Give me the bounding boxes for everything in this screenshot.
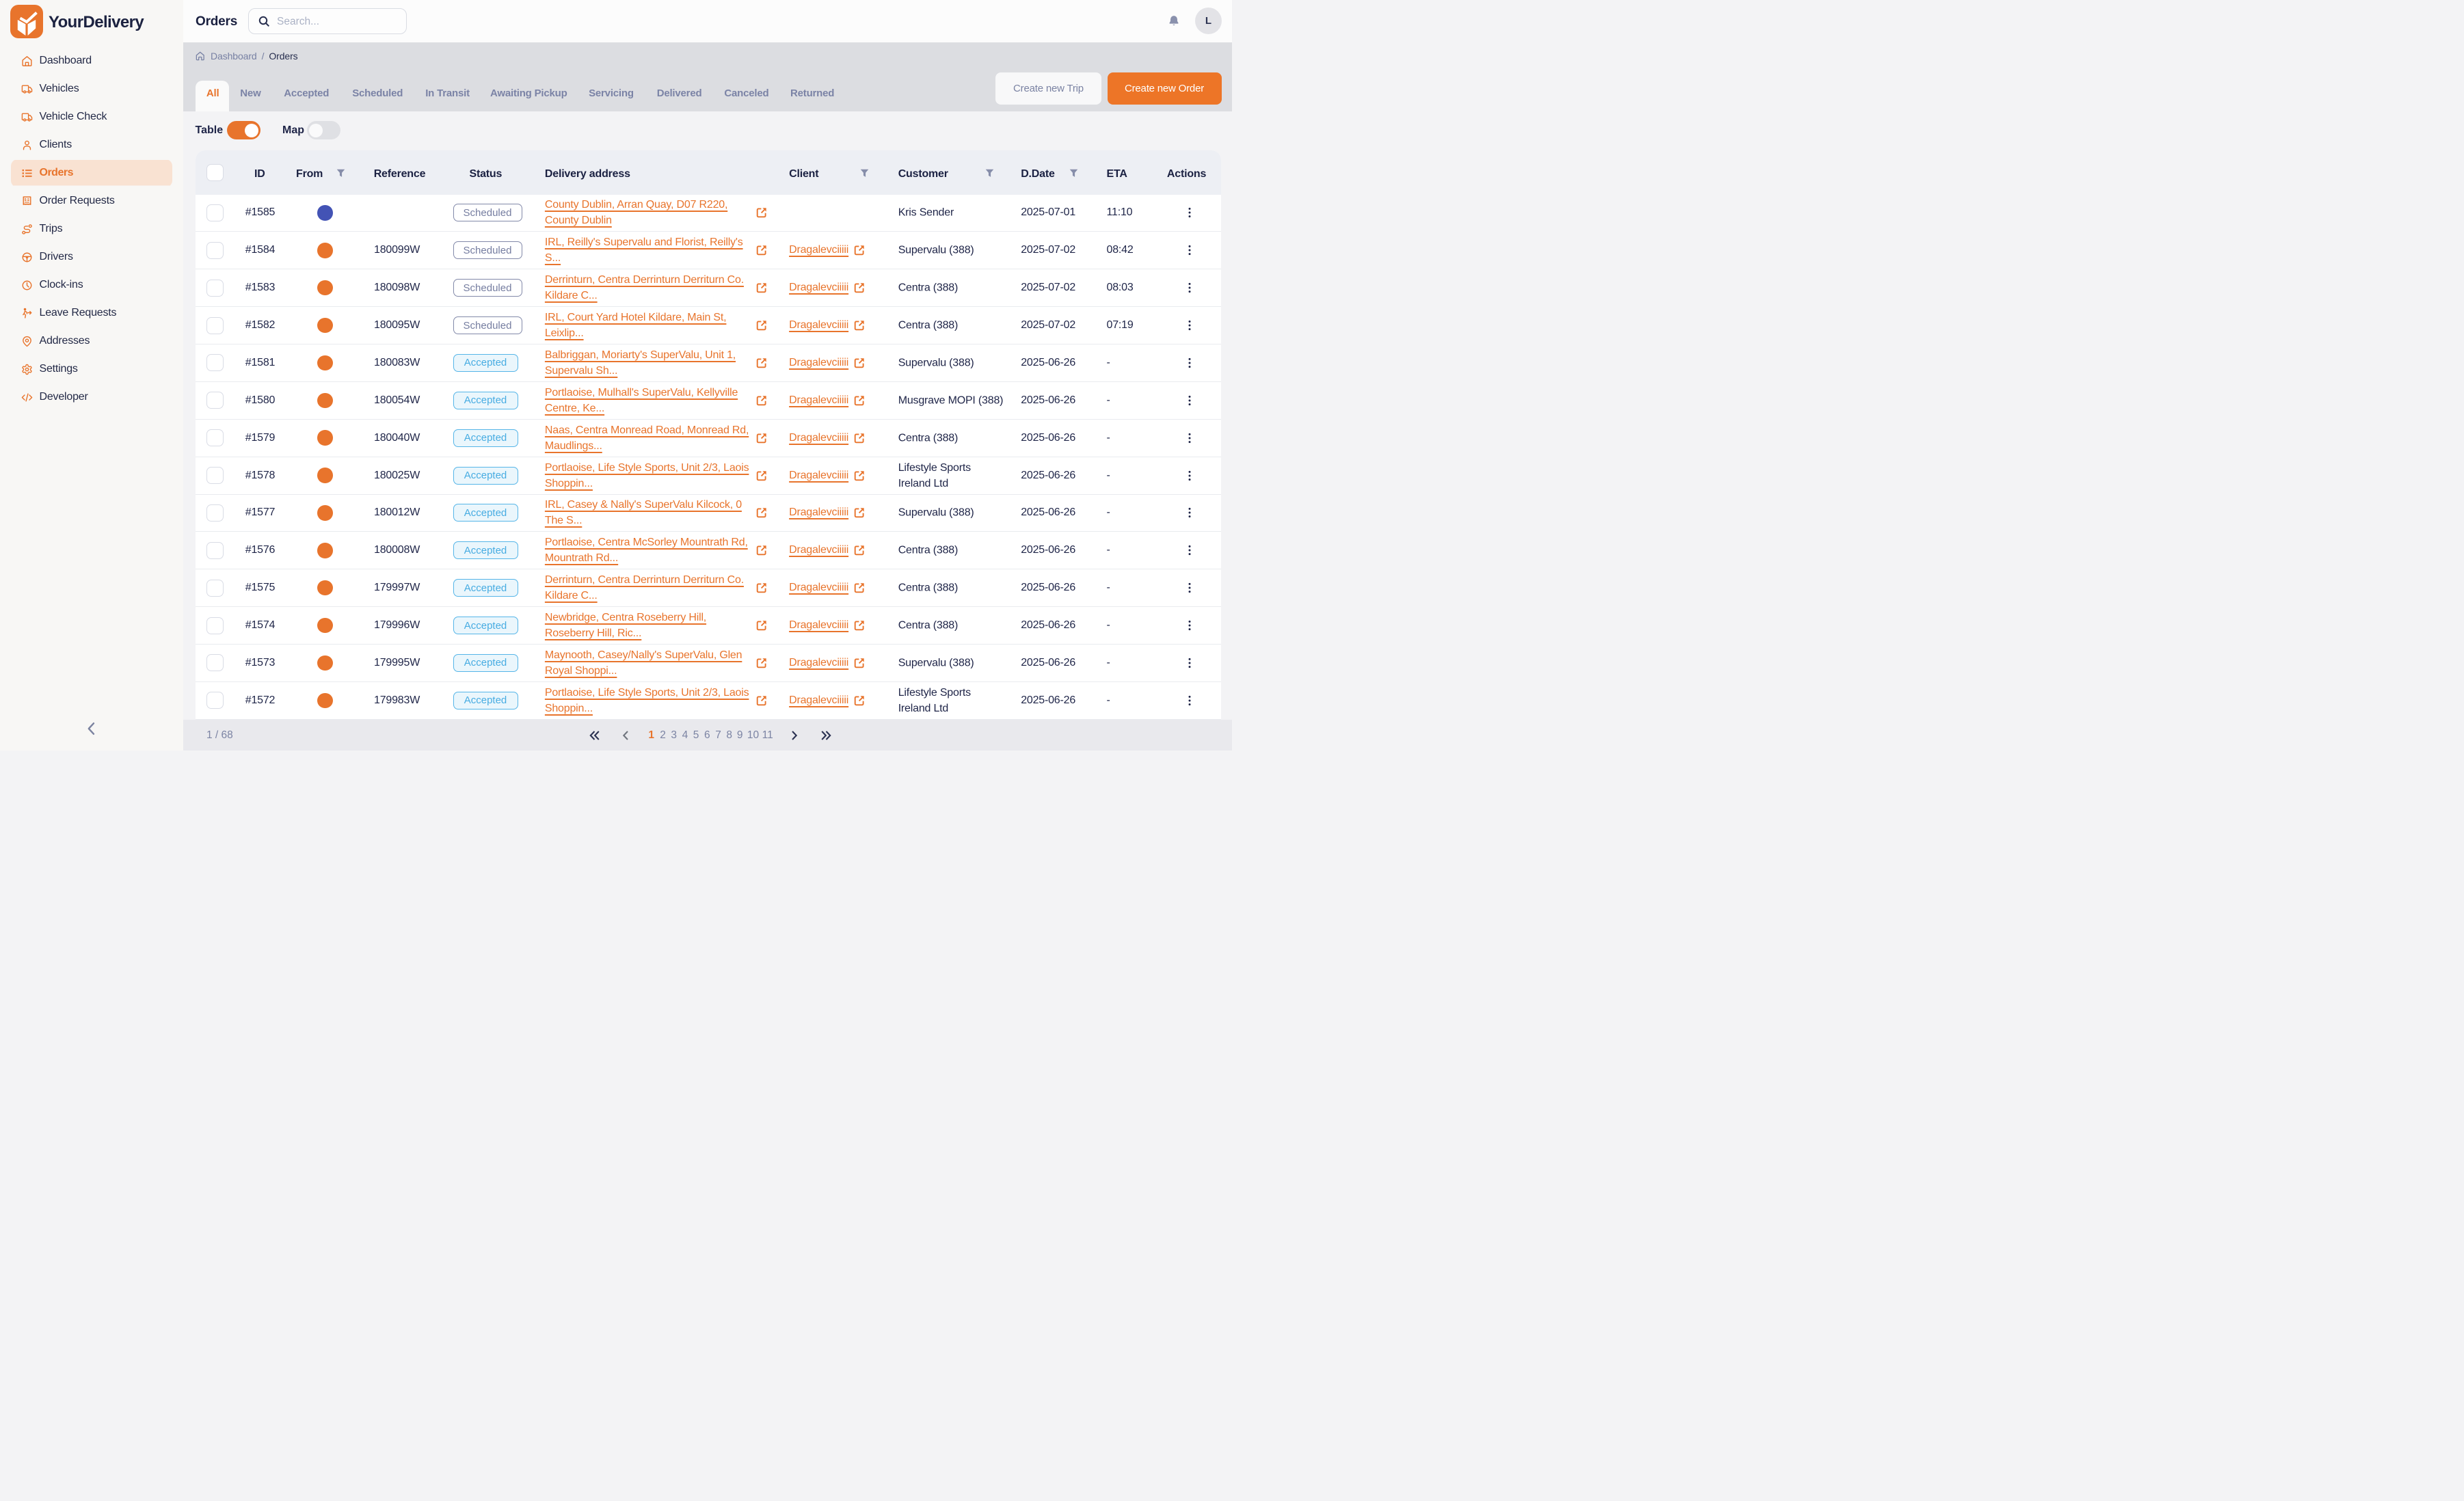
svg-text:$: $ bbox=[24, 198, 27, 202]
